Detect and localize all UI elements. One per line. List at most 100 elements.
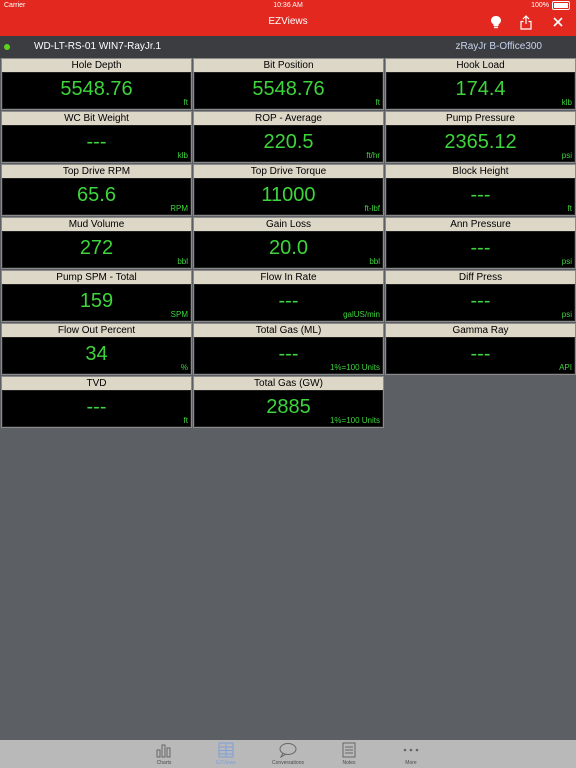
- notes-icon: [339, 742, 359, 758]
- clock-label: 10:36 AM: [273, 2, 303, 9]
- data-tile[interactable]: Gamma Ray --- API: [385, 323, 576, 375]
- tile-unit: klb: [561, 98, 572, 107]
- tile-unit: klb: [177, 151, 188, 160]
- tile-label: Bit Position: [194, 59, 383, 72]
- tile-label: Top Drive Torque: [194, 165, 383, 178]
- tab-label: More: [405, 760, 417, 766]
- tile-unit: SPM: [170, 310, 188, 319]
- tab-label: Conversations: [272, 760, 304, 766]
- share-icon[interactable]: [518, 14, 534, 30]
- data-tile[interactable]: Top Drive Torque 11000 ft-lbf: [193, 164, 384, 216]
- tile-unit: bbl: [369, 257, 380, 266]
- tile-label: Top Drive RPM: [2, 165, 191, 178]
- tile-label: Flow Out Percent: [2, 324, 191, 337]
- tile-display: 20.0 bbl: [195, 232, 382, 267]
- tile-label: Gain Loss: [194, 218, 383, 231]
- tile-display: --- galUS/min: [195, 285, 382, 320]
- tile-value: ---: [86, 131, 107, 153]
- tab-label: EZViews: [216, 760, 236, 766]
- data-tile[interactable]: Hole Depth 5548.76 ft: [1, 58, 192, 110]
- tile-display: 2365.12 psi: [387, 126, 574, 161]
- tile-unit: galUS/min: [343, 310, 380, 319]
- data-tile[interactable]: TVD --- ft: [1, 376, 192, 428]
- more-dots-icon: [401, 742, 421, 758]
- tile-value: 272: [79, 237, 114, 259]
- speech-bubble-icon: [278, 742, 298, 759]
- tile-unit: 1%=100 Units: [329, 363, 380, 372]
- tile-unit: ft: [375, 98, 380, 107]
- tile-unit: 1%=100 Units: [329, 416, 380, 425]
- battery-indicator: 100%: [531, 1, 570, 10]
- tile-label: Hook Load: [386, 59, 575, 72]
- tile-value: 5548.76: [60, 78, 133, 100]
- tile-value: ---: [86, 396, 107, 418]
- tab-label: Notes: [342, 760, 356, 766]
- connection-status-icon: [4, 44, 10, 50]
- data-tile[interactable]: Total Gas (GW) 2885 1%=100 Units: [193, 376, 384, 428]
- tile-unit: ft-lbf: [364, 204, 380, 213]
- data-tile[interactable]: Gain Loss 20.0 bbl: [193, 217, 384, 269]
- data-tile[interactable]: WC Bit Weight --- klb: [1, 111, 192, 163]
- tile-value: 11000: [261, 184, 316, 206]
- tab-more[interactable]: More: [381, 740, 441, 768]
- tile-unit: ft: [183, 416, 188, 425]
- tile-unit: %: [180, 363, 188, 372]
- tile-unit: API: [559, 363, 572, 372]
- tile-value: ---: [470, 290, 491, 312]
- close-icon[interactable]: [550, 14, 566, 30]
- tile-value: ---: [470, 237, 491, 259]
- data-tile[interactable]: Top Drive RPM 65.6 RPM: [1, 164, 192, 216]
- tile-unit: psi: [561, 257, 572, 266]
- data-tile[interactable]: Ann Pressure --- psi: [385, 217, 576, 269]
- tile-label: Total Gas (ML): [194, 324, 383, 337]
- data-tile[interactable]: Flow In Rate --- galUS/min: [193, 270, 384, 322]
- tile-display: 5548.76 ft: [3, 73, 190, 108]
- tab-notes[interactable]: Notes: [319, 740, 379, 768]
- tile-label: Mud Volume: [2, 218, 191, 231]
- tile-display: 220.5 ft/hr: [195, 126, 382, 161]
- data-tile[interactable]: Diff Press --- psi: [385, 270, 576, 322]
- tile-unit: psi: [561, 310, 572, 319]
- tab-charts[interactable]: Charts: [134, 740, 194, 768]
- data-tile[interactable]: Flow Out Percent 34%: [1, 323, 192, 375]
- battery-percent: 100%: [531, 2, 549, 9]
- data-tile[interactable]: Bit Position 5548.76 ft: [193, 58, 384, 110]
- data-tile[interactable]: ROP - Average 220.5 ft/hr: [193, 111, 384, 163]
- tile-label: WC Bit Weight: [2, 112, 191, 125]
- tile-display: --- psi: [387, 232, 574, 267]
- tab-ezviews[interactable]: EZViews: [196, 740, 256, 768]
- tile-display: --- ft: [3, 391, 190, 426]
- grid-icon: [216, 742, 236, 758]
- tile-display: --- ft: [387, 179, 574, 214]
- tile-label: Gamma Ray: [386, 324, 575, 337]
- tile-label: Block Height: [386, 165, 575, 178]
- data-tile[interactable]: Block Height --- ft: [385, 164, 576, 216]
- data-tile[interactable]: Pump Pressure 2365.12 psi: [385, 111, 576, 163]
- tile-value: 20.0: [269, 237, 308, 259]
- tile-display: 34%: [3, 338, 190, 373]
- server-name[interactable]: zRayJr B-Office300: [455, 41, 542, 52]
- tile-display: 272 bbl: [3, 232, 190, 267]
- data-tile[interactable]: Total Gas (ML) --- 1%=100 Units: [193, 323, 384, 375]
- tile-value: 2365.12: [444, 131, 517, 153]
- tile-unit: bbl: [177, 257, 188, 266]
- data-tile[interactable]: Pump SPM - Total 159 SPM: [1, 270, 192, 322]
- tile-value: 65.6: [77, 184, 116, 206]
- bar-chart-icon: [154, 742, 174, 758]
- tab-conversations[interactable]: Conversations: [258, 740, 318, 768]
- status-bar: Carrier 10:36 AM 100%: [0, 0, 576, 11]
- tile-label: Total Gas (GW): [194, 377, 383, 390]
- tile-label: Hole Depth: [2, 59, 191, 72]
- lightbulb-icon[interactable]: [488, 14, 504, 30]
- tile-display: 11000 ft-lbf: [195, 179, 382, 214]
- connection-bar: WD-LT-RS-01 WIN7-RayJr.1 zRayJr B-Office…: [0, 36, 576, 58]
- app-header: Carrier 10:36 AM 100% EZViews: [0, 0, 576, 36]
- tile-value: 220.5: [263, 131, 314, 153]
- tab-bar: Charts EZViews Conversations Notes More: [0, 740, 576, 768]
- tile-label: Ann Pressure: [386, 218, 575, 231]
- tile-label: ROP - Average: [194, 112, 383, 125]
- data-tile[interactable]: Mud Volume 272 bbl: [1, 217, 192, 269]
- tile-display: --- psi: [387, 285, 574, 320]
- tile-display: --- 1%=100 Units: [195, 338, 382, 373]
- data-tile[interactable]: Hook Load 174.4 klb: [385, 58, 576, 110]
